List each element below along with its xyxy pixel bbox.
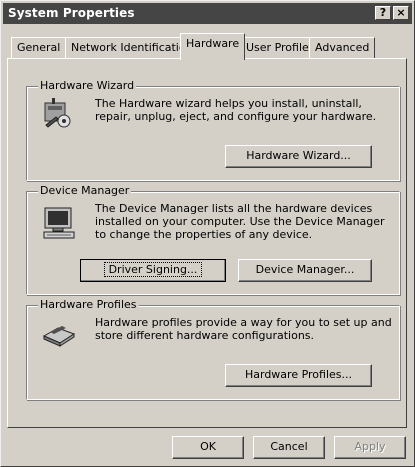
device-manager-button[interactable]: Device Manager... [238,259,372,282]
hardware-wizard-button[interactable]: Hardware Wizard... [225,145,372,168]
driver-signing-button-label: Driver Signing... [103,262,203,277]
device-manager-legend: Device Manager [38,184,132,197]
hardware-wizard-button-label: Hardware Wizard... [246,149,351,162]
tab-hardware[interactable]: Hardware [180,33,246,60]
cancel-button[interactable]: Cancel [253,436,325,459]
window-title: System Properties [8,6,135,20]
ok-button[interactable]: OK [172,436,244,459]
hardware-profiles-button[interactable]: Hardware Profiles... [225,364,372,387]
computer-icon [42,206,76,243]
tab-advanced[interactable]: Advanced [309,37,376,59]
device-manager-button-label: Device Manager... [255,263,355,276]
tab-general[interactable]: General [11,37,67,59]
hardware-wizard-group: Hardware Wizard The Hardware wizard help… [26,79,400,181]
hardware-wizard-description: The Hardware wizard helps you install, u… [95,97,377,123]
driver-signing-button[interactable]: Driver Signing... [80,259,226,282]
apply-button[interactable]: Apply [334,436,406,459]
hardware-profiles-description: Hardware profiles provide a way for you … [95,316,392,342]
device-manager-description: The Device Manager lists all the hardwar… [95,202,385,241]
tab-network-identification[interactable]: Network Identification [65,37,199,59]
device-manager-group: Device Manager The Device Manager lists … [26,184,400,295]
close-button[interactable]: × [393,6,409,20]
system-properties-dialog: System Properties ? × General Network Id… [0,0,415,467]
hardware-wizard-legend: Hardware Wizard [38,79,137,92]
hardware-tab-panel: Hardware Wizard The Hardware wizard help… [7,58,407,428]
hardware-profiles-icon [42,318,76,351]
hardware-profiles-button-label: Hardware Profiles... [244,368,353,381]
help-button[interactable]: ? [375,6,391,20]
hardware-wizard-icon [42,97,76,134]
hardware-profiles-legend: Hardware Profiles [38,298,139,311]
title-bar[interactable]: System Properties ? × [3,3,412,24]
tab-strip: General Network Identification Hardware … [7,33,407,60]
hardware-profiles-group: Hardware Profiles Hardware profiles prov… [26,298,400,400]
